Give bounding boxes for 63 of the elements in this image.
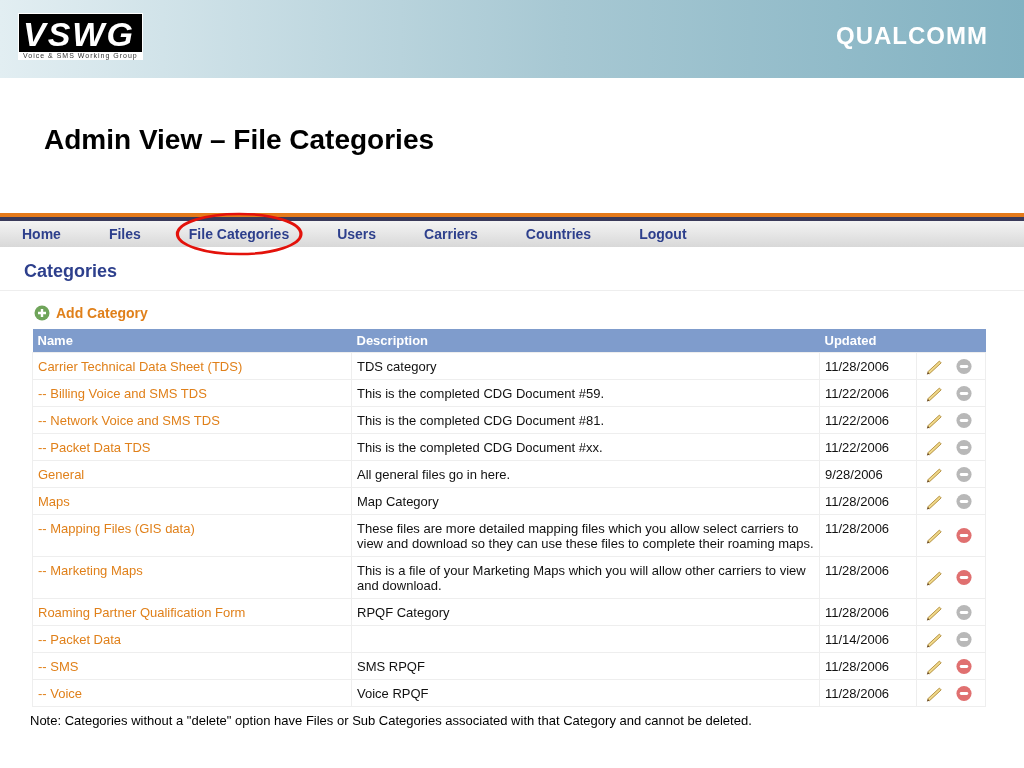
delete-icon[interactable] (955, 527, 973, 544)
table-cell: 11/28/2006 (825, 521, 890, 536)
table-cell: Map Category (357, 494, 439, 509)
nav-link[interactable]: Users (337, 226, 377, 242)
nav-link[interactable]: Home (22, 226, 61, 242)
pencil-icon[interactable] (925, 657, 943, 675)
table-cell: 9/28/2006 (825, 467, 883, 482)
pencil-icon[interactable] (925, 603, 943, 621)
table-cell: This is a file of your Marketing Maps which you will allow other carriers to view and download. (357, 563, 806, 593)
category-link[interactable]: -- SMS (38, 659, 79, 674)
nav-link[interactable]: Carriers (424, 226, 478, 242)
table-cell: SMS RPQF (357, 659, 425, 674)
table-cell: 11/22/2006 (825, 440, 890, 455)
category-link[interactable]: -- Mapping Files (GIS data) (38, 521, 195, 536)
table-cell: These files are more detailed mapping files which you allow select carriers to view and download so they can use these files to complete their roaming maps. (357, 521, 814, 551)
category-link[interactable]: -- Marketing Maps (38, 563, 143, 578)
table-cell: Voice RPQF (357, 686, 429, 701)
column-header: Description (351, 329, 820, 353)
delete-icon[interactable] (955, 657, 973, 675)
table-cell: RPQF Category (357, 605, 450, 620)
nav-link[interactable]: Logout (639, 226, 687, 242)
logo-text: VSWG (23, 15, 136, 52)
nav-link[interactable]: Countries (525, 226, 592, 242)
table-cell: 11/28/2006 (825, 659, 890, 674)
delete-icon[interactable] (955, 684, 973, 702)
table-cell: All general files go in here. (357, 467, 511, 482)
pencil-icon[interactable] (925, 630, 943, 648)
table-cell: This is the completed CDG Document #xx. (357, 440, 603, 455)
pencil-icon[interactable] (925, 527, 943, 544)
note-text: Note: Categories without a "delete" option have Files or Sub Categories associated with that Category and cannot be deleted. (29, 712, 753, 728)
category-link[interactable]: -- Packet Data (38, 632, 122, 647)
table-cell: 11/28/2006 (825, 563, 890, 578)
table-cell: 11/14/2006 (825, 632, 890, 647)
pencil-icon[interactable] (925, 438, 943, 456)
table-cell: 11/28/2006 (825, 605, 890, 620)
pencil-icon[interactable] (925, 465, 943, 483)
pencil-icon[interactable] (925, 569, 943, 586)
pencil-icon[interactable] (925, 411, 943, 429)
add-icon (34, 305, 50, 321)
category-link[interactable]: -- Packet Data TDS (38, 440, 151, 455)
table-cell: 11/28/2006 (825, 494, 890, 509)
slide-title: Admin View – File Categories (44, 124, 436, 157)
pencil-icon[interactable] (925, 492, 943, 510)
pencil-icon[interactable] (925, 357, 943, 375)
table-cell: 11/28/2006 (825, 359, 890, 374)
column-header: Updated (819, 329, 917, 353)
nav-link[interactable]: Files (108, 226, 141, 242)
category-link[interactable]: -- Voice (38, 686, 83, 701)
pencil-icon[interactable] (925, 384, 943, 402)
table-cell: This is the completed CDG Document #59. (357, 386, 605, 401)
table-cell: This is the completed CDG Document #81. (357, 413, 605, 428)
table-cell: 11/22/2006 (825, 386, 890, 401)
brand-logo: QUALCOMM (836, 22, 988, 50)
pencil-icon[interactable] (925, 684, 943, 702)
column-header: Name (32, 329, 352, 353)
delete-icon[interactable] (955, 569, 973, 586)
category-link[interactable]: General (38, 467, 85, 482)
table-cell: 11/22/2006 (825, 413, 890, 428)
table-cell: 11/28/2006 (825, 686, 890, 701)
page-heading: Categories (0, 247, 1024, 291)
category-link[interactable]: Maps (38, 494, 70, 509)
add-category-link[interactable]: Add Category (56, 305, 148, 321)
table-cell: TDS category (357, 359, 437, 374)
